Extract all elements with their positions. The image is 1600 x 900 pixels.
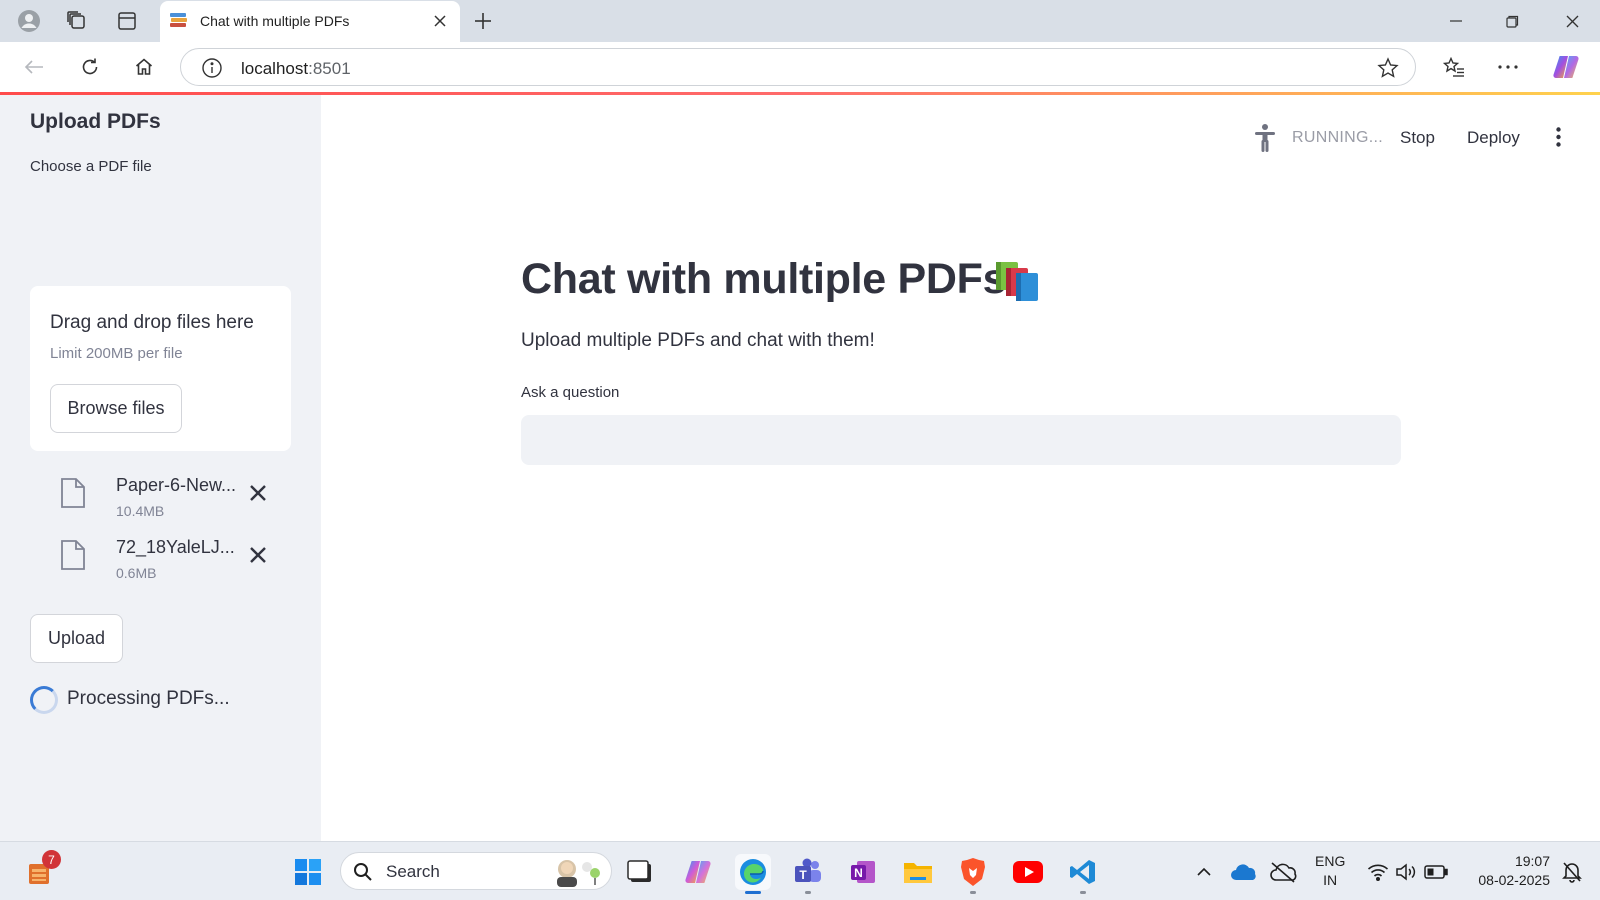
browser-tab-bar: Chat with multiple PDFs [0,0,1600,42]
favorites-icon[interactable] [1438,53,1470,81]
site-info-icon[interactable] [201,57,223,79]
sidebar [0,95,321,841]
active-app-indicator [745,891,761,894]
workspaces-icon[interactable] [62,7,92,35]
running-status-text: RUNNING... [1292,129,1383,146]
upload-button[interactable]: Upload [30,614,123,663]
edge-browser-icon[interactable] [735,854,771,894]
copilot-app-icon[interactable] [680,854,716,890]
copilot-icon[interactable] [1550,53,1582,81]
onedrive-icon[interactable] [1225,854,1261,890]
main-menu-icon[interactable] [1550,125,1566,149]
books-icon [994,260,1042,302]
onenote-icon[interactable]: N [845,854,881,890]
system-clock[interactable]: 19:07 08-02-2025 [1462,852,1550,890]
clock-time: 19:07 [1514,853,1550,869]
teams-icon[interactable]: T [790,854,826,894]
search-highlight-icon [549,857,605,887]
windows-taskbar: 7 Search T N ENG IN 19:07 08-02-2025 [0,841,1600,900]
file-name: 72_18YaleLJ... [116,537,235,557]
file-explorer-icon[interactable] [900,854,936,890]
clock-date: 08-02-2025 [1478,872,1550,888]
remove-file-icon[interactable] [246,481,270,505]
file-name: Paper-6-New... [116,475,237,495]
file-icon [60,539,86,571]
dropzone-limit: Limit 200MB per file [50,345,183,362]
url-host: localhost [241,59,309,78]
uploaded-file-item: Paper-6-New... 10.4MB [58,472,298,522]
running-app-indicator [970,891,976,894]
processing-status: Processing PDFs... [67,688,230,709]
uploaded-file-item: 72_18YaleLJ... 0.6MB [58,534,298,584]
back-icon[interactable] [18,53,50,81]
language-code: ENG [1315,853,1346,869]
profile-icon[interactable] [14,7,44,35]
task-view-icon[interactable] [622,854,658,890]
restore-icon[interactable] [1484,0,1540,42]
favorite-star-icon[interactable] [1377,57,1399,79]
url-text: localhost:8501 [241,59,351,79]
svg-text:T: T [799,868,807,882]
region-code: IN [1323,872,1338,888]
file-icon [60,477,86,509]
store-app-icon[interactable]: 7 [22,850,61,890]
url-port: :8501 [308,59,351,78]
refresh-icon[interactable] [74,53,106,81]
more-options-icon[interactable] [1492,53,1524,81]
home-icon[interactable] [128,53,160,81]
language-indicator[interactable]: ENG IN [1315,852,1345,890]
sidebar-title: Upload PDFs [30,110,161,133]
search-icon [353,862,373,882]
page-subtitle: Upload multiple PDFs and chat with them! [521,330,875,351]
svg-text:N: N [854,866,863,880]
minimize-icon[interactable] [1428,0,1484,42]
file-size: 10.4MB [116,503,165,519]
address-bar: localhost:8501 [0,42,1600,92]
vscode-icon[interactable] [1065,854,1101,894]
notifications-bell-icon[interactable] [1554,854,1590,890]
running-app-indicator [1080,891,1086,894]
tab-close-icon[interactable] [430,11,450,31]
notification-badge: 7 [42,850,61,869]
books-favicon-icon [170,13,188,29]
windows-start-icon[interactable] [290,854,326,890]
running-app-indicator [805,891,811,894]
question-label: Ask a question [521,384,620,401]
browse-files-button[interactable]: Browse files [50,384,182,433]
url-omnibox[interactable]: localhost:8501 [180,48,1416,86]
file-size: 0.6MB [116,565,157,581]
taskbar-search-box[interactable]: Search [340,852,612,890]
close-window-icon[interactable] [1544,0,1600,42]
uploader-label: Choose a PDF file [30,158,152,175]
dropzone-title: Drag and drop files here [50,312,254,333]
running-status-icon [1253,123,1277,153]
deploy-button[interactable]: Deploy [1467,128,1520,148]
onedrive-offline-icon[interactable] [1265,854,1301,890]
brave-browser-icon[interactable] [955,854,991,894]
search-placeholder: Search [386,862,440,881]
main-content: RUNNING... Stop Deploy Chat with multipl… [321,95,1600,841]
file-dropzone[interactable]: Drag and drop files here Limit 200MB per… [30,286,291,451]
show-hidden-icons-chevron-icon[interactable] [1186,854,1222,890]
new-tab-icon[interactable] [468,7,498,35]
page-title: Chat with multiple PDFs [521,255,1007,303]
remove-file-icon[interactable] [246,543,270,567]
loading-spinner-icon [30,686,58,714]
stop-button[interactable]: Stop [1400,128,1435,148]
tab-title: Chat with multiple PDFs [200,13,350,29]
battery-icon[interactable] [1418,854,1454,890]
question-input[interactable] [521,415,1401,465]
youtube-icon[interactable] [1010,854,1046,890]
vertical-tabs-icon[interactable] [112,7,142,35]
active-tab[interactable]: Chat with multiple PDFs [160,1,460,42]
